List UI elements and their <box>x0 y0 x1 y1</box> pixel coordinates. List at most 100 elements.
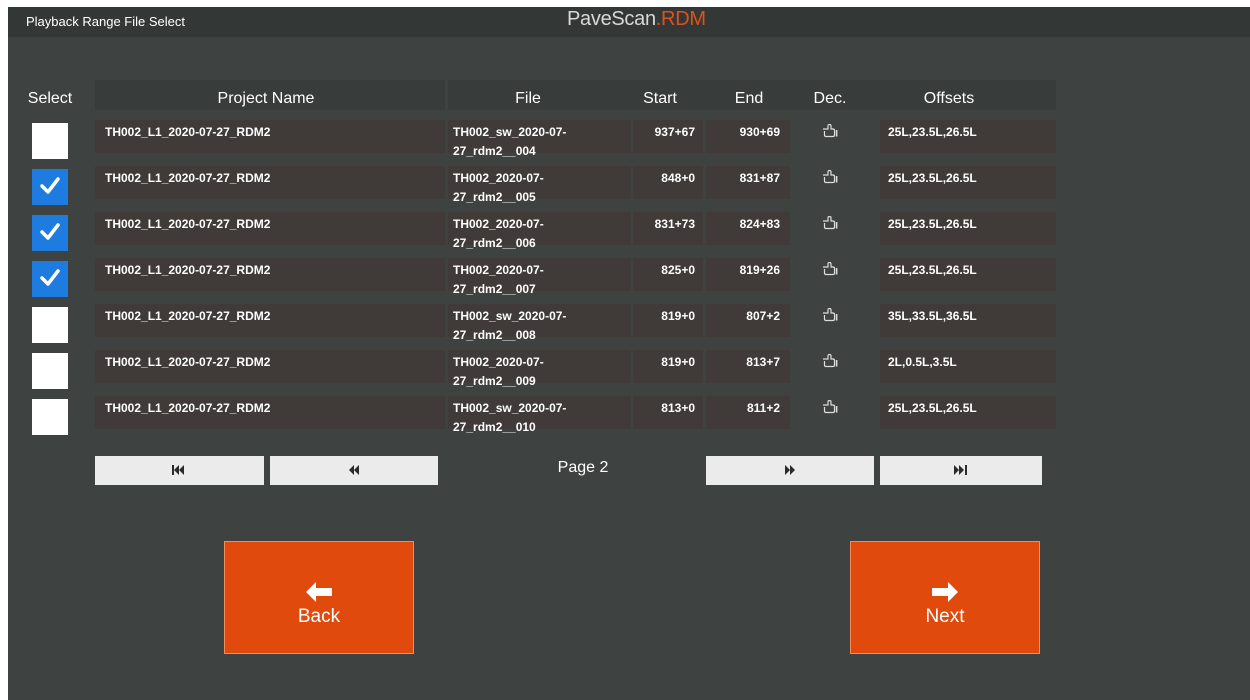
checkmark-icon <box>40 269 60 286</box>
start-value: 848+0 <box>661 171 695 185</box>
file-cell: TH002_sw_2020-07- 27_rdm2__008 <box>448 304 631 342</box>
offsets-cell: 25L,23.5L,26.5L <box>880 120 1056 153</box>
brand-accent: RDM <box>661 8 706 30</box>
row-checkbox[interactable] <box>32 169 68 205</box>
file-cell: TH002_sw_2020-07- 27_rdm2__010 <box>448 396 631 434</box>
row-checkbox[interactable] <box>32 215 68 251</box>
file-name-line1: TH002_2020-07- <box>453 171 544 185</box>
decimation-button[interactable] <box>812 350 848 380</box>
column-header-project-name: Project Name <box>217 90 315 107</box>
previous-page-button[interactable] <box>270 456 438 485</box>
row-checkbox[interactable] <box>32 307 68 343</box>
pointing-hand-icon <box>823 354 838 368</box>
file-name-line1: TH002_sw_2020-07- <box>453 309 567 323</box>
end-value: 824+83 <box>739 217 780 231</box>
file-name-line2: 27_rdm2__008 <box>453 328 536 342</box>
end-value: 831+87 <box>739 171 780 185</box>
row-checkbox[interactable] <box>32 123 68 159</box>
column-header-end: End <box>734 90 764 107</box>
decimation-button[interactable] <box>812 304 848 334</box>
arrow-right-icon <box>932 582 958 602</box>
file-cell: TH002_sw_2020-07- 27_rdm2__004 <box>448 120 631 158</box>
project-name-text: TH002_L1_2020-07-27_RDM2 <box>105 217 271 231</box>
offsets-cell: 25L,23.5L,26.5L <box>880 396 1056 429</box>
start-cell: 831+73 <box>633 212 703 245</box>
next-button-label: Next <box>925 606 965 627</box>
column-header-select: Select <box>27 90 73 107</box>
playback-range-window: Playback Range File Select PaveScan.RDM … <box>8 7 1250 700</box>
file-name-line2: 27_rdm2__004 <box>453 144 536 158</box>
project-name-cell: TH002_L1_2020-07-27_RDM2 <box>95 304 445 337</box>
previous-page-icon <box>349 465 359 475</box>
end-value: 811+2 <box>746 401 780 415</box>
project-name-cell: TH002_L1_2020-07-27_RDM2 <box>95 258 445 291</box>
start-cell: 813+0 <box>633 396 703 429</box>
offsets-cell: 2L,0.5L,3.5L <box>880 350 1056 383</box>
end-cell: 811+2 <box>706 396 790 429</box>
back-button[interactable]: Back <box>224 541 414 654</box>
decimation-button[interactable] <box>812 258 848 288</box>
decimation-button[interactable] <box>812 212 848 242</box>
decimation-button[interactable] <box>812 396 848 426</box>
project-name-text: TH002_L1_2020-07-27_RDM2 <box>105 263 271 277</box>
file-name-line1: TH002_2020-07- <box>453 217 544 231</box>
file-cell: TH002_2020-07- 27_rdm2__005 <box>448 166 631 204</box>
last-page-button[interactable] <box>880 456 1042 485</box>
pointing-hand-icon <box>823 124 838 138</box>
end-cell: 930+69 <box>706 120 790 153</box>
project-name-text: TH002_L1_2020-07-27_RDM2 <box>105 401 271 415</box>
brand-main: PaveScan <box>567 8 656 30</box>
file-cell: TH002_2020-07- 27_rdm2__007 <box>448 258 631 296</box>
pointing-hand-icon <box>823 308 838 322</box>
file-name-line1: TH002_sw_2020-07- <box>453 125 567 139</box>
start-value: 937+67 <box>654 125 695 139</box>
back-button-label: Back <box>297 606 341 627</box>
decimation-button[interactable] <box>812 166 848 196</box>
start-value: 819+0 <box>661 355 695 369</box>
end-cell: 819+26 <box>706 258 790 291</box>
file-cell: TH002_2020-07- 27_rdm2__009 <box>448 350 631 388</box>
row-checkbox[interactable] <box>32 399 68 435</box>
offsets-value: 25L,23.5L,26.5L <box>888 217 977 231</box>
file-name-line2: 27_rdm2__007 <box>453 282 536 296</box>
window-title: Playback Range File Select <box>26 14 185 29</box>
next-page-button[interactable] <box>706 456 874 485</box>
end-cell: 807+2 <box>706 304 790 337</box>
offsets-cell: 35L,33.5L,36.5L <box>880 304 1056 337</box>
brand-logo: PaveScan.RDM <box>567 8 706 30</box>
start-cell: 825+0 <box>633 258 703 291</box>
end-value: 807+2 <box>746 309 780 323</box>
row-checkbox[interactable] <box>32 261 68 297</box>
project-name-text: TH002_L1_2020-07-27_RDM2 <box>105 125 271 139</box>
offsets-value: 2L,0.5L,3.5L <box>888 355 957 369</box>
start-value: 825+0 <box>661 263 695 277</box>
pointing-hand-icon <box>823 216 838 230</box>
start-value: 831+73 <box>654 217 695 231</box>
end-cell: 813+7 <box>706 350 790 383</box>
column-header-start: Start <box>643 90 677 107</box>
file-name-line2: 27_rdm2__005 <box>453 190 536 204</box>
column-header-offsets: Offsets <box>923 90 975 107</box>
start-cell: 819+0 <box>633 350 703 383</box>
checkmark-icon <box>40 177 60 194</box>
project-name-cell: TH002_L1_2020-07-27_RDM2 <box>95 396 445 429</box>
title-bar: Playback Range File Select PaveScan.RDM <box>8 7 1250 37</box>
end-value: 813+7 <box>746 355 780 369</box>
file-name-line1: TH002_sw_2020-07- <box>453 401 567 415</box>
start-value: 813+0 <box>661 401 695 415</box>
row-checkbox[interactable] <box>32 353 68 389</box>
offsets-value: 25L,23.5L,26.5L <box>888 263 977 277</box>
next-button[interactable]: Next <box>850 541 1040 654</box>
project-name-cell: TH002_L1_2020-07-27_RDM2 <box>95 166 445 199</box>
pointing-hand-icon <box>823 400 838 414</box>
file-cell: TH002_2020-07- 27_rdm2__006 <box>448 212 631 250</box>
offsets-value: 25L,23.5L,26.5L <box>888 125 977 139</box>
checkmark-icon <box>40 223 60 240</box>
column-header-dec: Dec. <box>813 90 847 107</box>
end-value: 819+26 <box>739 263 780 277</box>
last-page-icon <box>954 465 967 475</box>
end-cell: 831+87 <box>706 166 790 199</box>
first-page-button[interactable] <box>95 456 264 485</box>
decimation-button[interactable] <box>812 120 848 150</box>
project-name-text: TH002_L1_2020-07-27_RDM2 <box>105 171 271 185</box>
